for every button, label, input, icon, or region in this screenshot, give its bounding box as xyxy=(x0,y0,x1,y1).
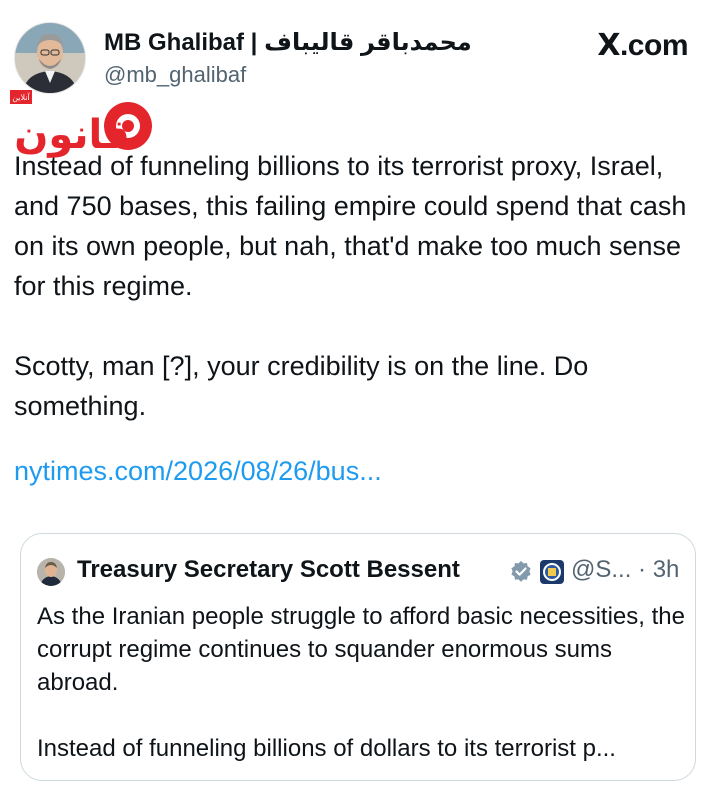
tweet-text: Instead of funneling billions to its ter… xyxy=(14,151,687,421)
x-logo-icon: X xyxy=(597,28,620,63)
treasury-seal-icon xyxy=(540,560,564,584)
quoted-author-avatar[interactable] xyxy=(37,558,65,586)
svg-text:آنلاین: آنلاین xyxy=(12,92,30,102)
quoted-tweet-card[interactable]: Treasury Secretary Scott Bessent @S... ·… xyxy=(20,533,696,781)
tweet-link[interactable]: nytimes.com/2026/08/26/bus... xyxy=(14,456,382,487)
quoted-avatar-portrait-icon xyxy=(37,558,65,586)
verified-badge-icon xyxy=(511,561,531,582)
author-display-name[interactable]: MB Ghalibaf | محمدباقر قالیباف xyxy=(104,28,472,57)
author-avatar[interactable] xyxy=(14,22,86,94)
quoted-author-name[interactable]: Treasury Secretary Scott Bessent xyxy=(77,556,460,584)
quoted-tweet-header: Treasury Secretary Scott Bessent @S... ·… xyxy=(37,556,687,588)
site-domain: .com xyxy=(619,29,689,62)
quoted-tweet-text: As the Iranian people struggle to afford… xyxy=(37,603,685,762)
quoted-handle-time[interactable]: @S... · 3h xyxy=(571,556,679,584)
site-label: X.com xyxy=(597,28,688,63)
author-handle[interactable]: @mb_ghalibaf xyxy=(104,62,246,88)
avatar-portrait-icon xyxy=(15,23,85,93)
